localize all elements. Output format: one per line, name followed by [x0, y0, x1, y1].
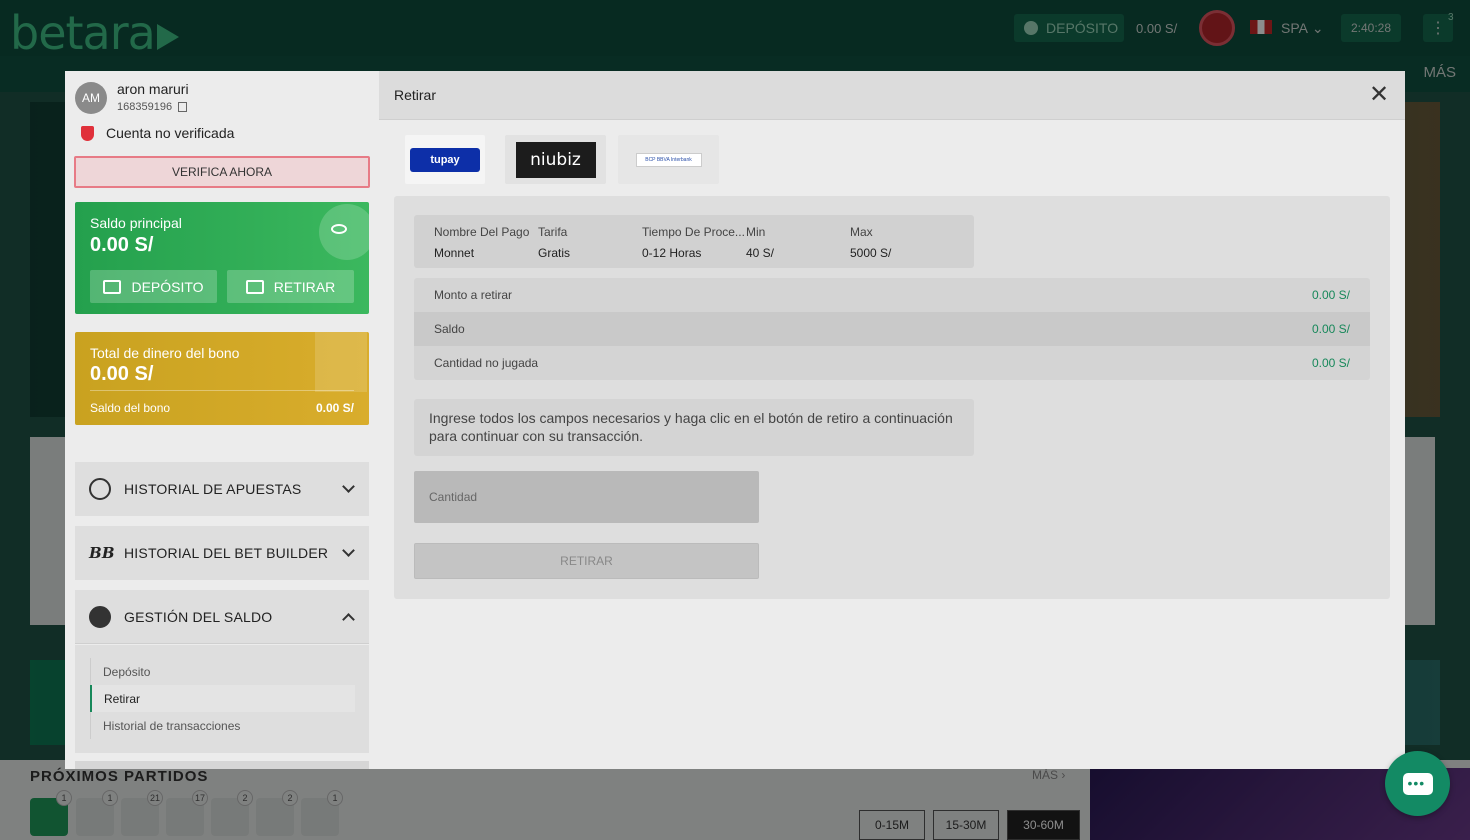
payment-method-banks[interactable]: BCP BBVA Interbank — [618, 135, 719, 184]
withdraw-form: Nombre Del Pago Monnet Tarifa Gratis Tiemp… — [394, 196, 1390, 599]
withdraw-panel: Retirar ✕ tupay niubiz BCP BBVA Interban… — [379, 71, 1405, 769]
bonus-total-value: 0.00 S/ — [90, 363, 154, 385]
user-name: aron maruri — [117, 81, 189, 97]
bonus-total-label: Total de dinero del bono — [90, 345, 240, 361]
chevron-up-icon — [342, 613, 355, 626]
balance-submenu: Depósito Retirar Historial de transaccio… — [75, 645, 369, 753]
withdraw-button[interactable]: RETIRAR — [227, 270, 354, 303]
submenu-transaction-history[interactable]: Historial de transacciones — [90, 712, 355, 739]
bonus-balance-label: Saldo del bono — [90, 401, 171, 415]
verify-now-button[interactable]: VERIFICA AHORA — [74, 156, 370, 188]
bet-history-accordion[interactable]: HISTORIAL DE APUESTAS — [75, 462, 369, 516]
history-icon — [89, 478, 111, 500]
bet-builder-history-accordion[interactable]: BB HISTORIAL DEL BET BUILDER — [75, 526, 369, 580]
submenu-withdraw[interactable]: Retirar — [90, 685, 355, 712]
summary-row: Monto a retirar 0.00 S/ — [414, 278, 1370, 312]
info-col-fee: Tarifa Gratis — [538, 225, 571, 260]
bet-builder-icon: BB — [89, 544, 115, 562]
gear-money-icon — [89, 605, 111, 628]
submenu-deposit[interactable]: Depósito — [90, 658, 355, 685]
payment-method-niubiz[interactable]: niubiz — [505, 135, 606, 184]
user-id: 168359196 — [117, 101, 188, 113]
tupay-logo: tupay — [410, 147, 480, 172]
eye-icon[interactable] — [331, 224, 347, 234]
summary-row: Cantidad no jugada 0.00 S/ — [414, 346, 1370, 380]
verification-status: Cuenta no verificada — [81, 125, 234, 141]
panel-header: Retirar ✕ — [379, 71, 1405, 120]
account-sidebar: AM aron maruri 168359196 Cuenta no verif… — [65, 71, 379, 769]
chevron-down-icon — [342, 544, 355, 557]
deposit-button[interactable]: DEPÓSITO — [90, 270, 217, 303]
summary-row: Saldo 0.00 S/ — [414, 312, 1370, 346]
main-balance-label: Saldo principal — [90, 215, 182, 231]
panel-title: Retirar — [394, 87, 437, 103]
shield-icon — [81, 125, 94, 141]
chat-icon — [1402, 772, 1433, 795]
banks-logo: BCP BBVA Interbank — [635, 152, 702, 167]
payment-info-table: Nombre Del Pago Monnet Tarifa Gratis Tiemp… — [414, 215, 974, 268]
close-icon[interactable]: ✕ — [1367, 83, 1391, 107]
balance-management-accordion[interactable]: GESTIÓN DEL SALDO — [75, 590, 369, 644]
niubiz-logo: niubiz — [515, 141, 596, 178]
main-balance-value: 0.00 S/ — [90, 234, 154, 256]
sidebar-next-item — [75, 761, 369, 769]
wallet-icon — [103, 279, 122, 294]
user-avatar: AM — [75, 82, 107, 114]
main-balance-card: Saldo principal 0.00 S/ DEPÓSITO RETIRAR — [75, 202, 369, 314]
puzzle-icon — [315, 332, 367, 392]
chat-button[interactable] — [1385, 751, 1450, 816]
info-col-min: Min 40 S/ — [746, 225, 775, 260]
info-col-name: Nombre Del Pago Monnet — [434, 225, 530, 260]
atm-icon — [245, 279, 264, 294]
divider — [90, 390, 354, 391]
account-modal: AM aron maruri 168359196 Cuenta no verif… — [65, 71, 1405, 769]
info-col-time: Tiempo De Proce... 0-12 Horas — [642, 225, 745, 260]
bonus-card: Total de dinero del bono 0.00 S/ Saldo d… — [75, 332, 369, 425]
instructions-note: Ingrese todos los campos necesarios y ha… — [414, 399, 974, 456]
bonus-balance-value: 0.00 S/ — [315, 401, 354, 415]
submit-withdraw-button[interactable]: RETIRAR — [414, 543, 759, 579]
copy-icon[interactable] — [178, 102, 188, 112]
payment-method-tupay[interactable]: tupay — [405, 135, 485, 184]
chevron-down-icon — [342, 480, 355, 493]
amount-input[interactable]: Cantidad — [414, 471, 759, 523]
info-col-max: Max 5000 S/ — [850, 225, 892, 260]
